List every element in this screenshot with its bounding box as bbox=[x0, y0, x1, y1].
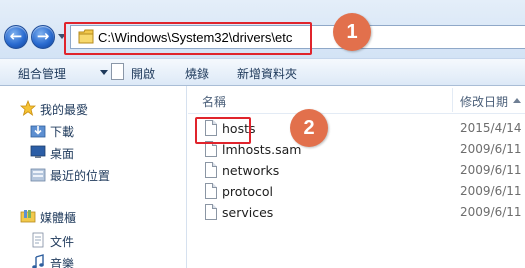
file-row-networks[interactable]: networks 2009/6/11 bbox=[202, 161, 525, 181]
step-callout-1: 1 bbox=[333, 13, 371, 51]
back-arrow-icon: ← bbox=[9, 27, 23, 45]
file-name: services bbox=[222, 205, 274, 220]
burn-button[interactable]: 燒錄 bbox=[185, 65, 209, 82]
sidebar-item-label: 下載 bbox=[50, 125, 75, 139]
file-date: 2009/6/11 bbox=[460, 163, 522, 177]
column-header-row: 名稱 修改日期 bbox=[188, 86, 525, 114]
file-date: 2009/6/11 bbox=[460, 184, 522, 198]
star-icon bbox=[20, 100, 36, 116]
column-divider[interactable] bbox=[452, 88, 453, 112]
file-name: networks bbox=[222, 163, 280, 178]
file-row-services[interactable]: services 2009/6/11 bbox=[202, 203, 525, 223]
file-icon bbox=[205, 183, 217, 199]
file-date: 2009/6/11 bbox=[460, 205, 522, 219]
sidebar-item-label: 文件 bbox=[50, 235, 75, 249]
downloads-folder-icon bbox=[30, 125, 46, 138]
file-name: protocol bbox=[222, 184, 273, 199]
sidebar-item-label: 最近的位置 bbox=[50, 169, 111, 183]
documents-icon bbox=[32, 232, 44, 248]
back-button[interactable]: ← bbox=[4, 25, 28, 49]
sidebar-item-label: 媒體櫃 bbox=[40, 211, 77, 225]
address-highlight-box bbox=[64, 22, 312, 55]
hosts-highlight-box bbox=[195, 117, 251, 144]
sidebar-item-label: 音樂 bbox=[50, 257, 75, 268]
desktop-icon bbox=[30, 145, 46, 158]
file-date: 2009/6/11 bbox=[460, 142, 522, 156]
new-folder-button[interactable]: 新增資料夾 bbox=[237, 65, 297, 82]
file-name: lmhosts.sam bbox=[222, 142, 302, 157]
column-header-date[interactable]: 修改日期 bbox=[460, 93, 508, 110]
libraries-icon bbox=[20, 210, 36, 223]
forward-arrow-icon: → bbox=[36, 27, 50, 45]
file-icon bbox=[205, 162, 217, 178]
navigation-pane: 我的最愛 下載 桌面 最近的位置 媒體櫃 文件 音樂 bbox=[0, 86, 187, 268]
forward-button[interactable]: → bbox=[31, 25, 55, 49]
command-toolbar: 組合管理 開啟 燒錄 新增資料夾 bbox=[0, 58, 525, 86]
column-header-name[interactable]: 名稱 bbox=[202, 93, 226, 110]
file-row-protocol[interactable]: protocol 2009/6/11 bbox=[202, 182, 525, 202]
recent-places-icon bbox=[30, 168, 46, 182]
step-callout-2: 2 bbox=[290, 109, 328, 147]
chevron-down-icon bbox=[100, 70, 108, 75]
music-icon bbox=[32, 254, 44, 268]
document-icon bbox=[111, 63, 124, 80]
sidebar-item-label: 桌面 bbox=[50, 147, 75, 161]
open-button[interactable]: 開啟 bbox=[131, 65, 155, 82]
organize-button[interactable]: 組合管理 bbox=[18, 65, 66, 82]
scroll-up-icon[interactable] bbox=[513, 98, 521, 103]
file-date: 2015/4/14 bbox=[460, 121, 522, 135]
file-list-pane: 名稱 修改日期 hosts 2015/4/14 lmhosts.sam 2009… bbox=[188, 86, 525, 268]
file-icon bbox=[205, 204, 217, 220]
sidebar-item-label: 我的最愛 bbox=[40, 103, 89, 117]
